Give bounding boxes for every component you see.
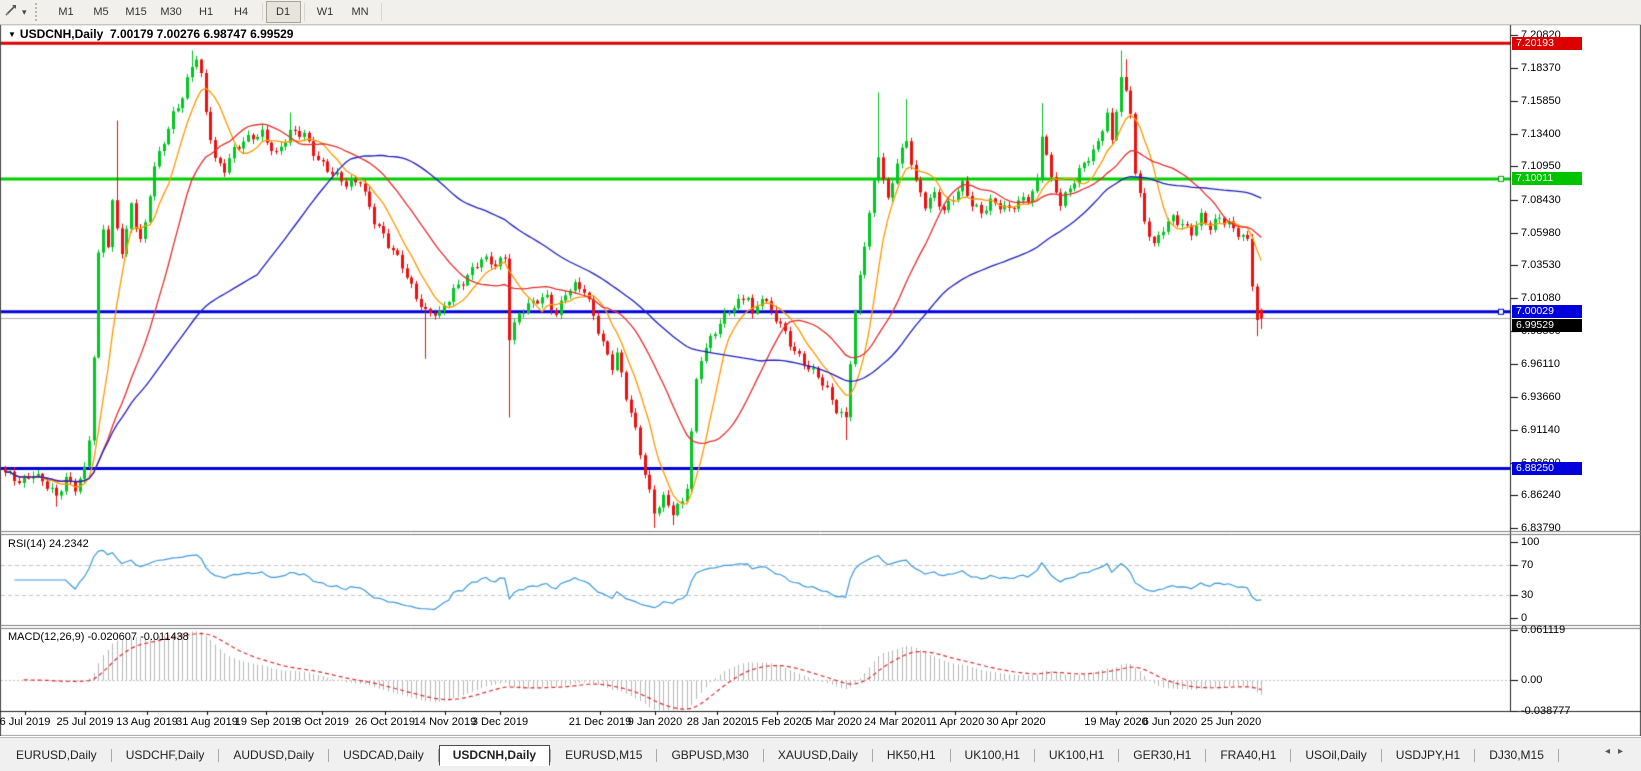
timeframe-button-H1[interactable]: H1 [189,1,224,23]
price-axis-tick: 7.13400 [1521,127,1561,140]
date-axis-label: 19 Sep 2019 [234,716,298,728]
rsi-axis-tick: 70 [1521,558,1534,571]
date-axis-label: 14 Nov 2019 [413,716,477,728]
macd-axis-tick: 0.061119 [1521,623,1566,636]
tab-UK100-H1[interactable]: UK100,H1 [951,745,1034,765]
price-axis-tick: 7.18370 [1521,61,1561,74]
price-label-tag: 7.20193 [1512,36,1582,50]
chart-canvas[interactable] [0,24,1641,736]
price-label-tag: 7.10011 [1512,172,1582,186]
date-axis-label: 25 Jul 2019 [56,716,114,728]
timeframe-button-M1[interactable]: M1 [49,1,84,23]
tab-DJ30-M15[interactable]: DJ30,M15 [1475,745,1558,765]
rsi-axis-tick: 30 [1521,589,1534,602]
macd-axis-tick: 0.00 [1521,673,1543,686]
tab-HK50-H1[interactable]: HK50,H1 [873,745,950,765]
tab-GER30-H1[interactable]: GER30,H1 [1119,745,1205,765]
timeframe-button-M15[interactable]: M15 [119,1,154,23]
price-axis-tick: 6.96110 [1521,357,1560,370]
price-axis-tick: 7.10950 [1521,160,1561,173]
price-axis-tick: 7.03530 [1521,259,1561,272]
toolbar-separator [380,3,382,21]
chart-ohlc-values: 7.00179 7.00276 6.98747 6.99529 [109,27,294,41]
date-axis-label: 9 Jan 2020 [627,716,683,728]
tab-USDCAD-Daily[interactable]: USDCAD,Daily [329,745,438,765]
top-toolbar: ▾ M1 M5 M15 M30 H1 H4 D1 W1 MN [0,0,1641,25]
price-axis-tick: 7.15850 [1521,95,1561,108]
price-axis-tick: 7.08430 [1521,193,1561,206]
date-axis-label: 31 Aug 2019 [176,716,238,728]
toolbar-separator [303,3,305,21]
chart-window[interactable]: ▼ USDCNH,Daily 7.00179 7.00276 6.98747 6.… [0,24,1641,736]
date-axis-label: 19 May 2020 [1084,716,1148,728]
collapse-triangle-icon[interactable]: ▼ [8,30,16,39]
price-axis-tick: 7.05980 [1521,226,1561,239]
timeframe-button-H4[interactable]: H4 [224,1,259,23]
date-axis-label: 21 Dec 2019 [568,716,632,728]
timeframe-button-M30[interactable]: M30 [154,1,189,23]
timeframe-button-M5[interactable]: M5 [84,1,119,23]
tab-separator [1557,749,1559,762]
tab-USDCNH-Daily[interactable]: USDCNH,Daily [438,745,551,766]
tab-USDCHF-Daily[interactable]: USDCHF,Daily [112,745,219,765]
rsi-axis-tick: 100 [1521,536,1540,548]
rsi-indicator-label: RSI(14) 24.2342 [8,538,89,550]
tab-UK100-H1[interactable]: UK100,H1 [1035,745,1118,765]
date-axis-label: 28 Jan 2020 [686,716,748,728]
price-axis-tick: 6.83790 [1521,522,1561,534]
cursor-tool-icon [4,2,19,22]
toolbar-separator [261,3,263,21]
price-axis-tick: 7.01080 [1521,291,1561,304]
macd-indicator-label: MACD(12,26,9) -0.020607 -0.011438 [8,631,189,643]
date-axis-label: 26 Oct 2019 [355,716,415,728]
chevron-down-icon[interactable]: ▾ [22,7,27,18]
date-axis-label: 6 Jul 2019 [0,716,51,728]
chart-title: ▼ USDCNH,Daily 7.00179 7.00276 6.98747 6.… [8,27,293,41]
rsi-axis-tick: 0 [1521,612,1528,624]
date-axis-label: 13 Aug 2019 [116,716,178,728]
price-axis-tick: 6.86240 [1521,489,1561,502]
current-price-tag: 6.99529 [1512,318,1582,332]
date-axis-label: 30 Apr 2020 [986,716,1046,728]
date-axis-label: 15 Feb 2020 [746,716,808,728]
tab-XAUUSD-Daily[interactable]: XAUUSD,Daily [764,745,872,765]
date-axis-label: 25 Jun 2020 [1200,716,1262,728]
timeframe-button-W1[interactable]: W1 [308,1,343,23]
timeframe-button-MN[interactable]: MN [343,1,378,23]
price-axis-tick: 6.93660 [1521,390,1561,403]
price-axis-tick: 6.91140 [1521,424,1560,437]
date-axis-label: 5 Mar 2020 [806,716,862,728]
date-axis-label: 24 Mar 2020 [864,716,926,728]
macd-axis-tick: -0.038777 [1521,704,1571,717]
tab-GBPUSD-M30[interactable]: GBPUSD,M30 [657,745,762,765]
tab-AUDUSD-Daily[interactable]: AUDUSD,Daily [219,745,328,765]
date-axis-label: 8 Oct 2019 [295,716,349,728]
toolbar-grip-handle[interactable] [34,3,43,21]
cursor-tool-button[interactable]: ▾ [0,2,31,22]
price-label-tag: 6.88250 [1512,462,1582,476]
date-axis-label: 11 Apr 2020 [925,716,985,728]
tab-EURUSD-M15[interactable]: EURUSD,M15 [551,745,656,765]
tabs-scroll-right-icon[interactable]: ▸ [1618,746,1631,757]
date-axis-label: 3 Dec 2019 [471,716,529,728]
tab-EURUSD-Daily[interactable]: EURUSD,Daily [2,745,111,765]
tab-USOil-Daily[interactable]: USOil,Daily [1291,745,1380,765]
chart-tab-bar: EURUSD,Daily USDCHF,Daily AUDUSD,Daily USDC… [0,737,1641,771]
chart-symbol-period: USDCNH,Daily [19,27,104,41]
price-label-tag: 7.00029 [1512,305,1582,319]
date-axis-label: 6 Jun 2020 [1142,716,1198,728]
tab-USDJPY-H1[interactable]: USDJPY,H1 [1382,745,1474,765]
tabs-scroll-left-icon[interactable]: ◂ [1605,746,1618,757]
tab-FRA40-H1[interactable]: FRA40,H1 [1206,745,1290,765]
timeframe-button-D1[interactable]: D1 [265,1,301,23]
